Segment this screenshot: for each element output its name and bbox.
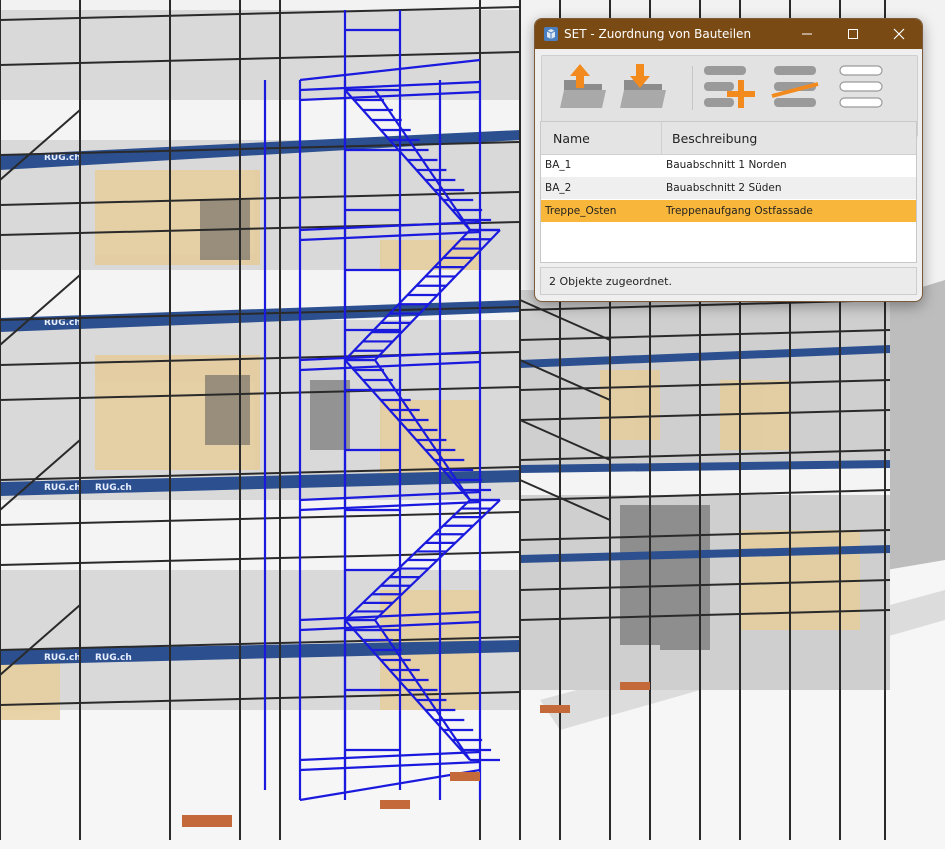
maximize-button[interactable] bbox=[830, 19, 876, 49]
table-row-selected[interactable]: Treppe_Osten Treppenaufgang Ostfassade bbox=[541, 200, 916, 222]
list-view-icon bbox=[839, 65, 883, 108]
cell-description: Bauabschnitt 2 Süden bbox=[666, 182, 782, 194]
window-title: SET - Zuordnung von Bauteilen bbox=[564, 27, 752, 41]
minimize-button[interactable] bbox=[784, 19, 830, 49]
assignment-dialog: SET - Zuordnung von Bauteilen Name Besch… bbox=[534, 18, 923, 302]
table-row[interactable]: BA_1 Bauabschnitt 1 Norden bbox=[541, 154, 916, 176]
add-button[interactable] bbox=[700, 56, 764, 126]
title-bar[interactable]: SET - Zuordnung von Bauteilen bbox=[535, 19, 922, 49]
column-divider[interactable] bbox=[661, 122, 662, 154]
column-header-description[interactable]: Beschreibung bbox=[672, 131, 757, 146]
remove-button[interactable] bbox=[768, 56, 832, 126]
toolbar-separator bbox=[692, 66, 693, 110]
table-row[interactable]: BA_2 Bauabschnitt 2 Süden bbox=[541, 177, 916, 199]
minimize-icon bbox=[802, 33, 812, 35]
app-icon bbox=[544, 27, 558, 41]
import-from-folder-icon bbox=[620, 64, 666, 108]
remove-item-icon bbox=[771, 66, 819, 107]
cell-name: BA_2 bbox=[545, 182, 572, 194]
import-button[interactable] bbox=[614, 56, 678, 126]
export-to-folder-icon bbox=[560, 64, 606, 108]
cell-name: BA_1 bbox=[545, 159, 572, 171]
rug-label: RUG.ch bbox=[95, 653, 132, 663]
column-header-name[interactable]: Name bbox=[553, 131, 590, 146]
rug-label: RUG.ch bbox=[95, 483, 132, 493]
rug-label: RUG.ch bbox=[44, 653, 81, 663]
export-button[interactable] bbox=[554, 56, 618, 126]
list-view-button[interactable] bbox=[836, 56, 900, 126]
status-bar: 2 Objekte zugeordnet. bbox=[540, 267, 917, 295]
close-button[interactable] bbox=[876, 19, 922, 49]
cell-description: Bauabschnitt 1 Norden bbox=[666, 159, 787, 171]
close-icon bbox=[893, 28, 905, 40]
cell-description: Treppenaufgang Ostfassade bbox=[666, 205, 813, 217]
add-item-icon bbox=[704, 66, 755, 108]
maximize-icon bbox=[848, 29, 858, 39]
cell-name: Treppe_Osten bbox=[545, 205, 617, 217]
status-text: 2 Objekte zugeordnet. bbox=[549, 275, 672, 288]
rug-label: RUG.ch bbox=[44, 483, 81, 493]
assignment-table: Name Beschreibung BA_1 Bauabschnitt 1 No… bbox=[540, 121, 917, 263]
table-header: Name Beschreibung bbox=[541, 122, 916, 155]
